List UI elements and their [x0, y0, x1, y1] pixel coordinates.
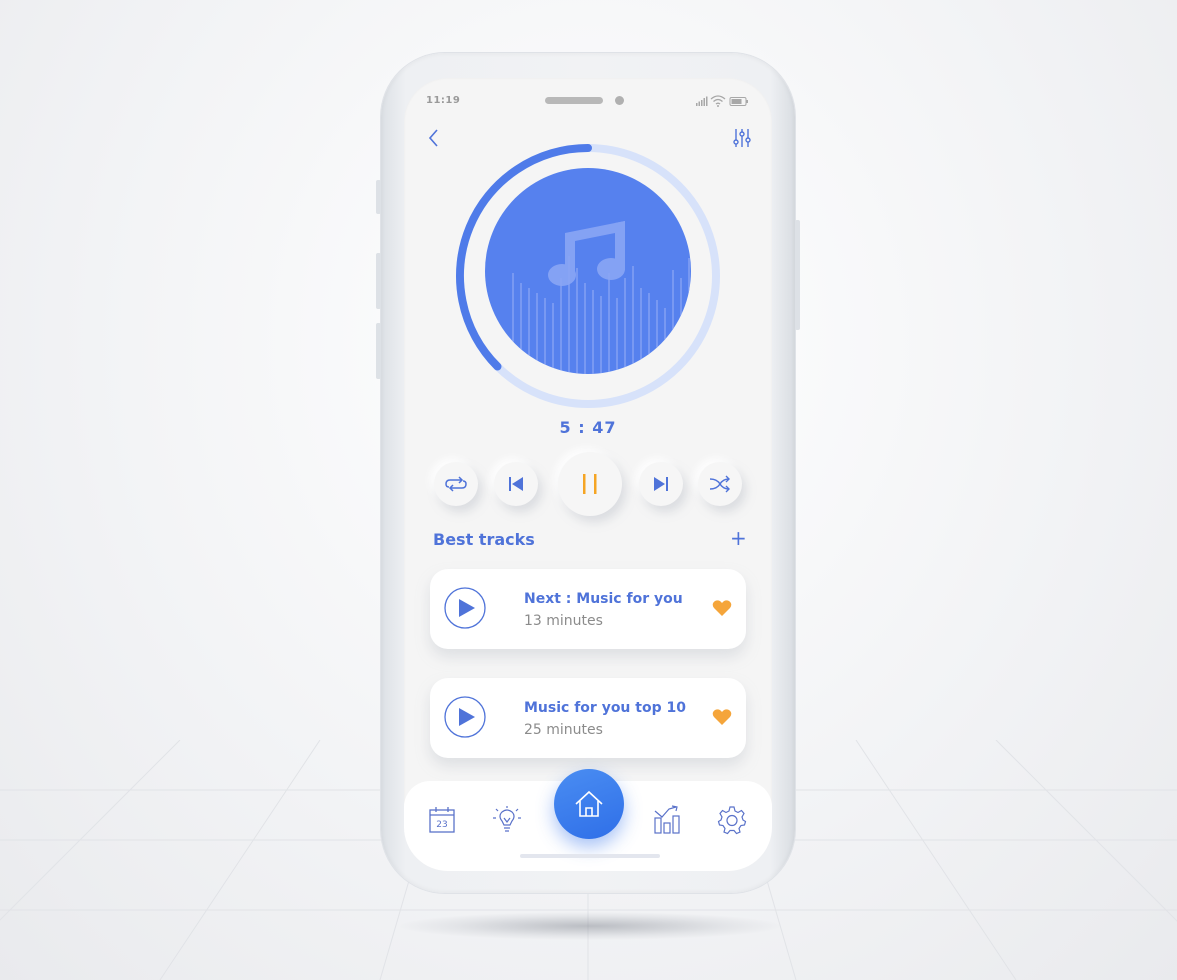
album-artwork — [485, 168, 691, 374]
track-title: Music for you top 10 — [524, 700, 686, 716]
home-indicator — [520, 854, 660, 858]
side-button — [376, 180, 381, 214]
battery-icon — [729, 97, 748, 106]
skip-previous-icon — [509, 477, 523, 491]
status-icons — [696, 95, 748, 107]
phone-screen: 11:19 5: 47 Best tracks + Next: Music … — [404, 78, 772, 871]
front-camera — [615, 96, 624, 105]
home-icon — [575, 790, 603, 817]
repeat-icon — [445, 476, 467, 492]
side-button — [795, 220, 800, 330]
side-button — [376, 253, 381, 309]
pause-button[interactable] — [558, 452, 622, 516]
calendar-date: 23 — [436, 820, 447, 830]
lightbulb-icon[interactable] — [492, 805, 522, 835]
play-icon[interactable] — [444, 587, 486, 629]
calendar-icon[interactable]: 23 — [427, 805, 457, 835]
bar-chart-icon[interactable] — [652, 805, 682, 835]
phone-shadow — [400, 912, 780, 940]
signal-icon — [696, 96, 708, 106]
best-tracks-heading: Best tracks — [433, 530, 535, 549]
skip-next-icon — [654, 477, 668, 491]
track-duration: 13 minutes — [524, 613, 603, 629]
track-duration: 25 minutes — [524, 722, 603, 738]
track-card[interactable]: Music for you top 10 25 minutes — [430, 678, 746, 758]
heart-icon[interactable] — [712, 599, 732, 617]
album-progress-ring[interactable] — [450, 138, 726, 414]
equalizer-sliders-icon[interactable] — [732, 128, 752, 148]
chevron-left-icon[interactable] — [426, 128, 442, 148]
gear-icon[interactable] — [717, 805, 747, 835]
status-time: 11:19 — [426, 95, 461, 106]
previous-button[interactable] — [494, 462, 538, 506]
wifi-icon — [710, 95, 726, 105]
side-button — [376, 323, 381, 379]
shuffle-button[interactable] — [698, 462, 742, 506]
heart-icon[interactable] — [712, 708, 732, 726]
track-card[interactable]: Next : Music for you 13 minutes — [430, 569, 746, 649]
elapsed-time: 5 : 47 — [559, 418, 617, 437]
earpiece-speaker — [545, 97, 603, 104]
add-track-button[interactable]: + — [730, 528, 747, 548]
home-button[interactable] — [554, 769, 624, 839]
play-icon[interactable] — [444, 696, 486, 738]
next-button[interactable] — [639, 462, 683, 506]
shuffle-icon — [709, 475, 730, 493]
pause-icon — [583, 474, 597, 494]
track-title: Next : Music for you — [524, 591, 683, 607]
repeat-button[interactable] — [434, 462, 478, 506]
